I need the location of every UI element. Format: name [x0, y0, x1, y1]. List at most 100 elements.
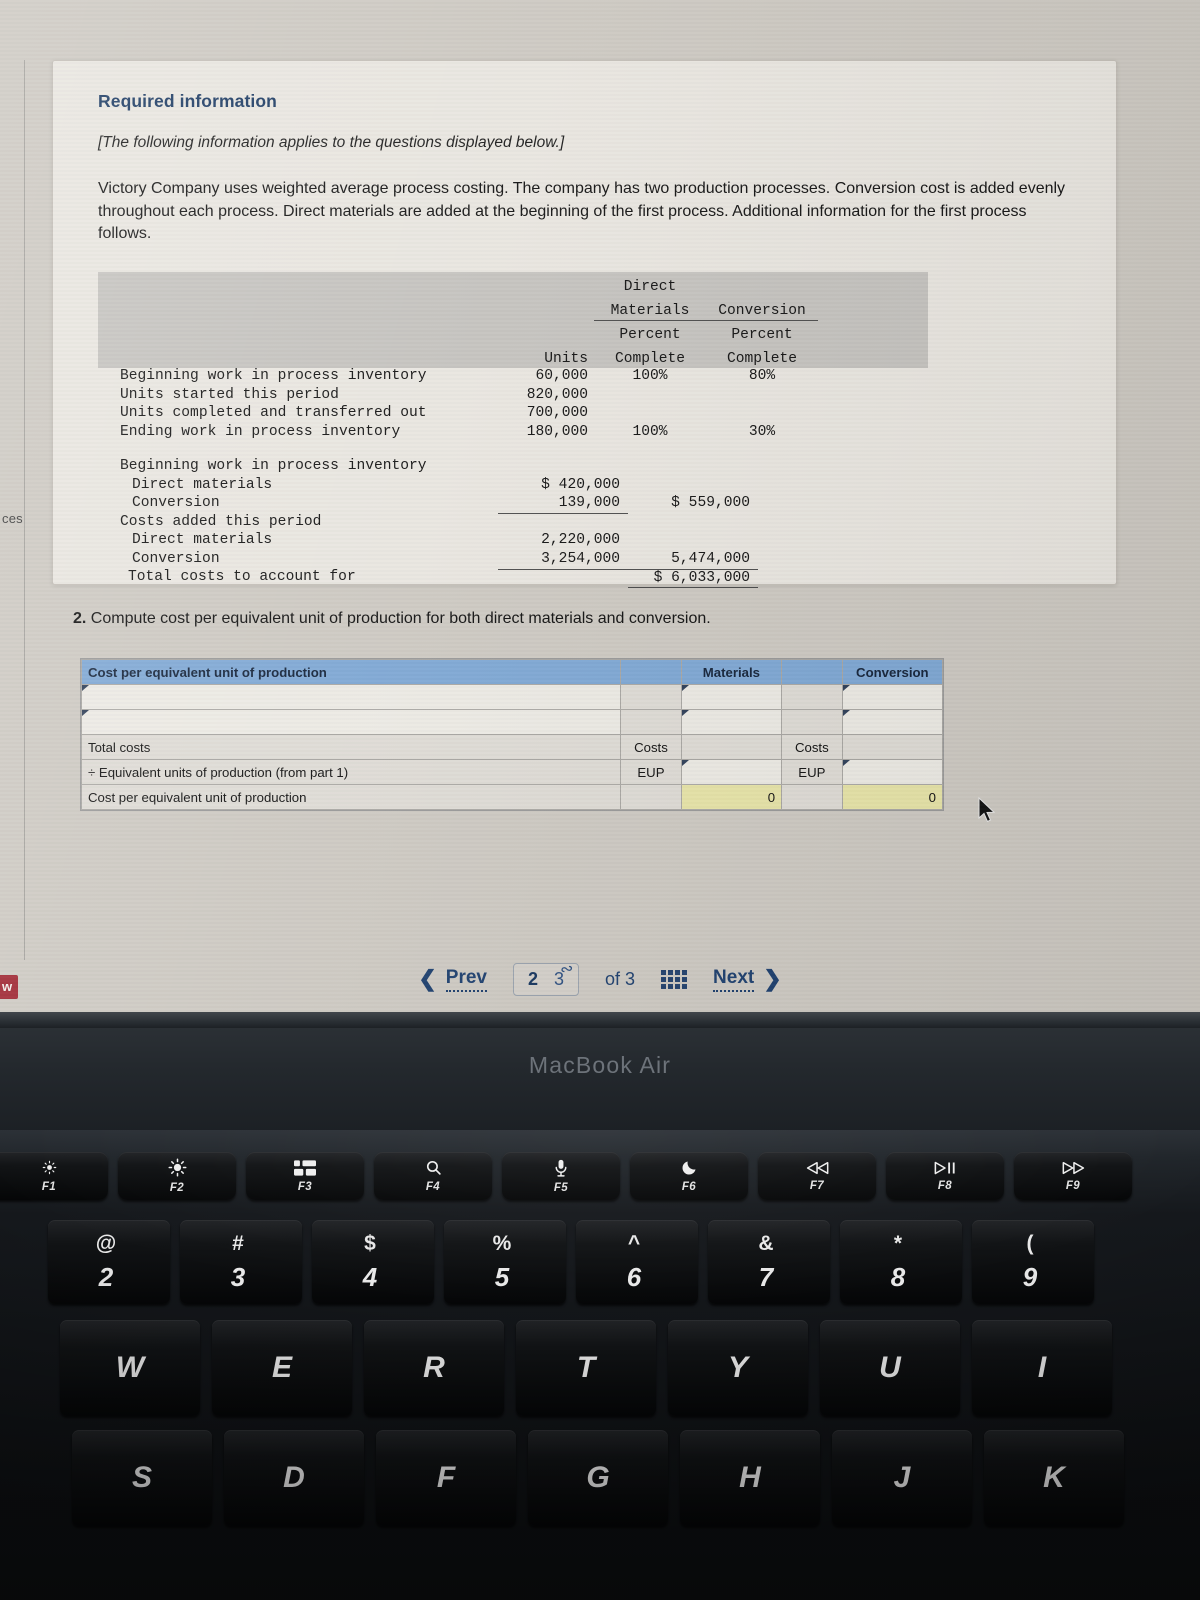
table-row[interactable] [80, 709, 944, 735]
key-8[interactable]: * 8 [840, 1220, 962, 1304]
key-f6-label: F6 [681, 1181, 697, 1193]
unit-row-units: 60,000 [535, 368, 588, 385]
cost-row-amount: 139,000 [498, 495, 628, 515]
cost-per-eup-conversion-unit [781, 784, 843, 810]
key-w-label: W [115, 1351, 145, 1384]
key-f5[interactable]: F5 [502, 1152, 620, 1200]
eup-materials-unit: EUP [620, 759, 682, 785]
table-row: Total costs Costs Costs [80, 734, 944, 760]
key-u[interactable]: U [820, 1320, 960, 1416]
key-8-digit: 8 [890, 1261, 906, 1292]
key-h[interactable]: H [680, 1430, 820, 1526]
header-direct-line1: Direct [623, 279, 677, 296]
unit-row-conv: 30% [748, 423, 776, 440]
key-f[interactable]: F [376, 1430, 516, 1526]
unit-row-dm [594, 405, 706, 424]
left-edge-partial-label: ces [2, 511, 23, 526]
mission-control-icon [294, 1159, 316, 1176]
key-g[interactable]: G [528, 1430, 668, 1526]
answer-grid[interactable]: Cost per equivalent unit of production M… [80, 658, 944, 811]
key-9[interactable]: ( 9 [972, 1220, 1094, 1304]
pagination-bar[interactable]: ❮ Prev ∾ 2 3 of 3 Next ❯ [0, 946, 1200, 1012]
key-4[interactable]: $ 4 [312, 1220, 434, 1304]
header-cv-complete: Complete [726, 351, 798, 368]
key-f6[interactable]: F6 [630, 1152, 748, 1200]
key-i-label: I [1037, 1351, 1047, 1384]
key-6-digit: 6 [626, 1261, 642, 1292]
eup-materials-input[interactable] [680, 759, 783, 785]
key-e-label: E [271, 1351, 292, 1384]
key-6[interactable]: ^ 6 [576, 1220, 698, 1304]
key-f8[interactable]: F8 [886, 1152, 1004, 1200]
row2-materials-input[interactable] [680, 709, 783, 735]
key-i[interactable]: I [972, 1320, 1112, 1416]
table-row[interactable]: ÷ Equivalent units of production (from p… [80, 759, 944, 785]
row1-materials-input[interactable] [680, 684, 783, 710]
key-d[interactable]: D [224, 1430, 364, 1526]
key-f9[interactable]: F9 [1014, 1152, 1132, 1200]
current-page-number[interactable]: 2 [528, 969, 538, 990]
eup-conversion-input[interactable] [841, 759, 944, 785]
key-f4[interactable]: F4 [374, 1152, 492, 1200]
question-number: 2. [73, 610, 87, 627]
cost-row-amount: $ 420,000 [541, 476, 620, 493]
key-k[interactable]: K [984, 1430, 1124, 1526]
cost-row-total: $ 6,033,000 [628, 569, 758, 589]
key-g-label: G [586, 1461, 610, 1494]
key-3[interactable]: # 3 [180, 1220, 302, 1304]
table-row[interactable] [80, 684, 944, 710]
grid-title: Cost per equivalent unit of production [80, 659, 622, 685]
total-costs-materials-unit: Costs [620, 734, 682, 760]
key-2[interactable]: @ 2 [48, 1220, 170, 1304]
row2-description-input[interactable] [80, 709, 622, 735]
key-f2-label: F2 [169, 1182, 185, 1194]
key-r[interactable]: R [364, 1320, 504, 1416]
row1-description-input[interactable] [80, 684, 622, 710]
cost-row: Direct materials $ 420,000 [98, 477, 758, 496]
chevron-left-icon: ❮ [418, 966, 437, 991]
cost-row-total [628, 477, 758, 496]
key-w[interactable]: W [60, 1320, 200, 1416]
facts-header-row-4: Units Complete Complete [98, 344, 928, 369]
key-4-shift: $ [364, 1231, 376, 1255]
grid-view-icon[interactable] [661, 969, 688, 989]
next-button[interactable]: Next ❯ [713, 966, 782, 992]
process-costing-facts-table: Direct Materials Conversion Percent Perc… [98, 272, 1074, 589]
page-swirl-mark: ∾ [558, 959, 575, 979]
key-e[interactable]: E [212, 1320, 352, 1416]
key-5-digit: 5 [494, 1261, 510, 1292]
key-s-label: S [131, 1461, 152, 1494]
key-f7[interactable]: F7 [758, 1152, 876, 1200]
row2-conversion-input[interactable] [841, 709, 944, 735]
laptop-screen: ces w Required information [The followin… [0, 0, 1200, 1012]
key-y[interactable]: Y [668, 1320, 808, 1416]
key-j[interactable]: J [832, 1430, 972, 1526]
row1-conversion-input[interactable] [841, 684, 944, 710]
unit-row-label: Units completed and transferred out [120, 405, 427, 422]
header-dm-complete: Complete [614, 351, 686, 368]
key-f2[interactable]: F2 [118, 1152, 236, 1200]
search-icon [425, 1159, 442, 1176]
key-7[interactable]: & 7 [708, 1220, 830, 1304]
total-pages: 3 [625, 968, 636, 989]
function-key-row: F1 F2 F3 F4 F5 F6 F7 F8 F9 [0, 1152, 1132, 1200]
costs-table: Beginning work in process inventory Dire… [98, 458, 758, 589]
page-number-box[interactable]: ∾ 2 3 [512, 959, 579, 996]
row1-materials-label [620, 684, 682, 710]
prev-button[interactable]: ❮ Prev [418, 966, 487, 992]
unit-row-label: Ending work in process inventory [120, 423, 401, 440]
cost-row-total: $ 559,000 [671, 495, 750, 512]
next-label: Next [713, 967, 755, 992]
key-s[interactable]: S [72, 1430, 212, 1526]
key-f3[interactable]: F3 [246, 1152, 364, 1200]
cost-row-label: Conversion [132, 495, 220, 512]
mouse-cursor [978, 797, 996, 823]
cost-row-label: Costs added this period [120, 513, 322, 530]
key-5[interactable]: % 5 [444, 1220, 566, 1304]
cost-row-label: Conversion [132, 550, 220, 567]
key-t[interactable]: T [516, 1320, 656, 1416]
letter-row-qwerty: W E R T Y U I [60, 1320, 1112, 1416]
total-costs-materials-value [680, 734, 783, 760]
key-3-digit: 3 [230, 1261, 246, 1292]
key-f1[interactable]: F1 [0, 1152, 108, 1200]
